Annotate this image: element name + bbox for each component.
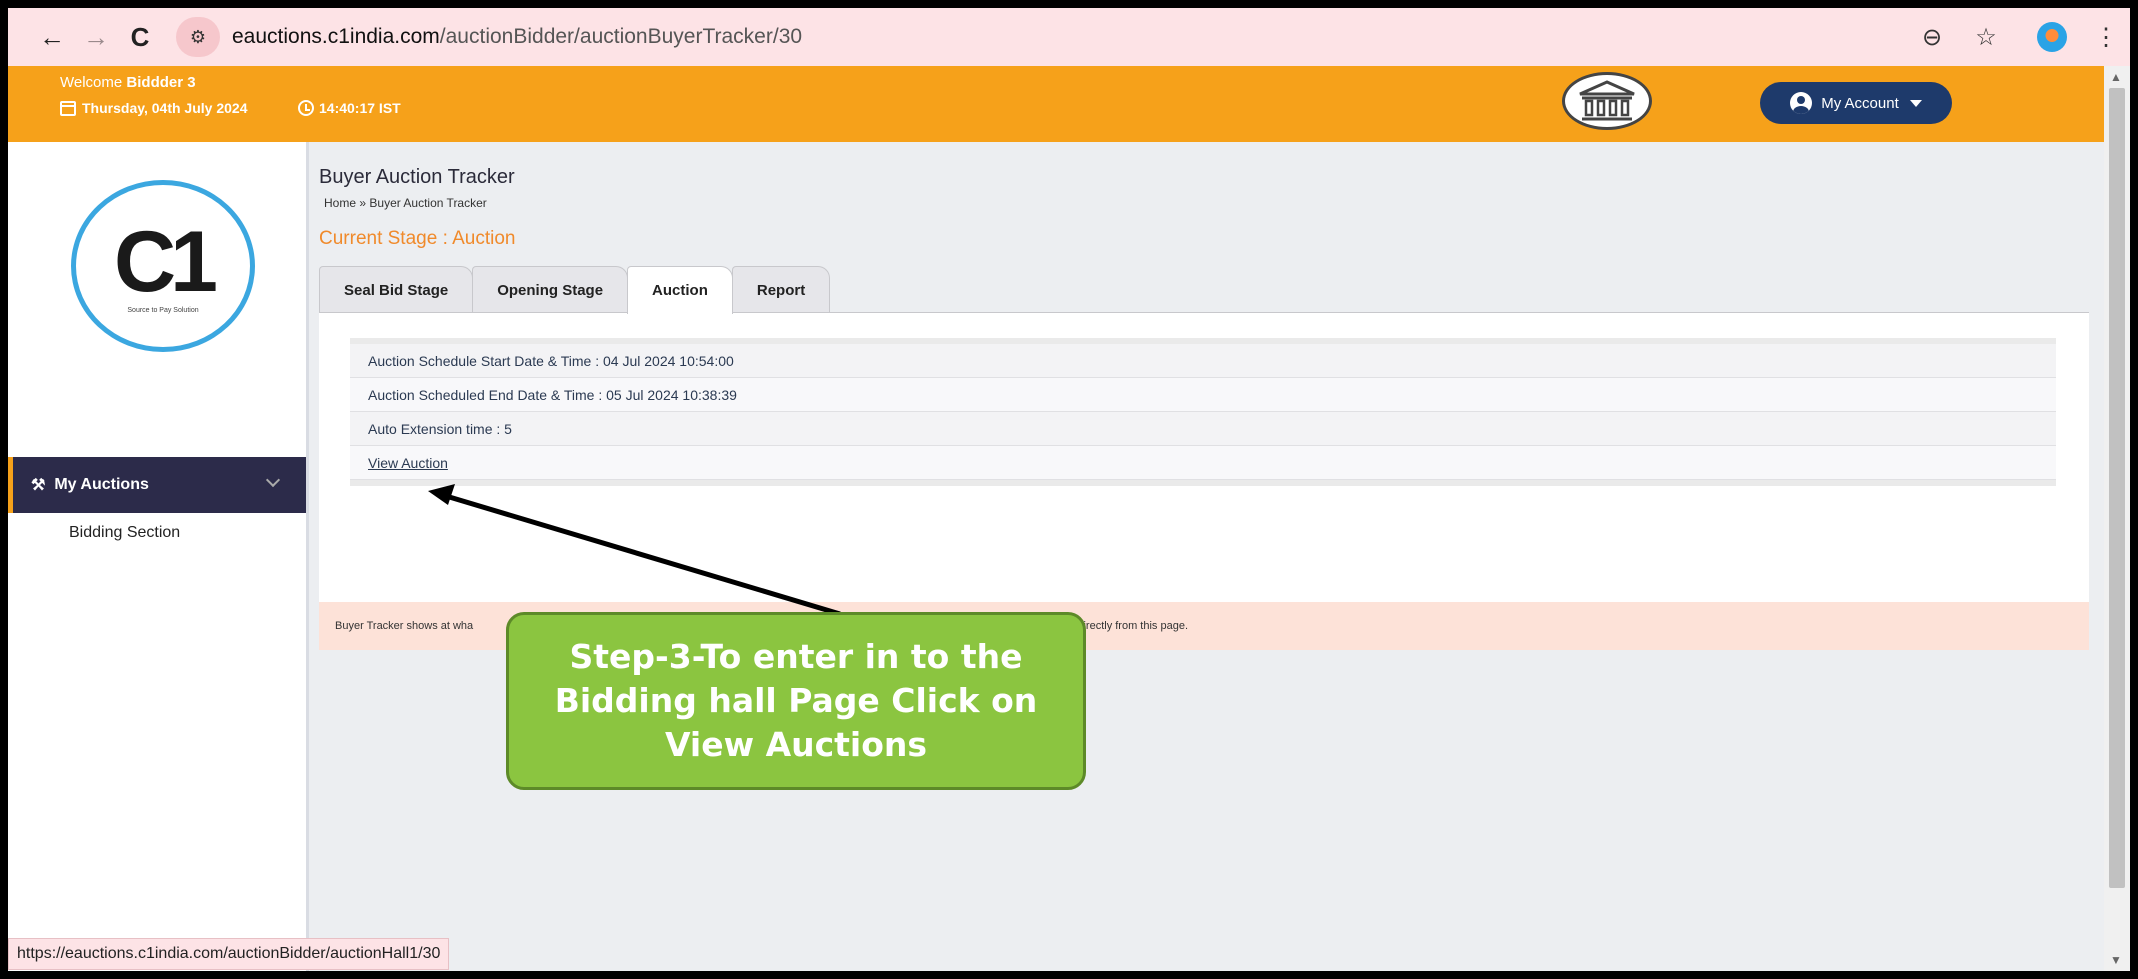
auction-start-row: Auction Schedule Start Date & Time : 04 … xyxy=(350,344,2056,378)
annotation-callout: Step-3-To enter in to the Bidding hall P… xyxy=(506,612,1086,790)
breadcrumb: Home » Buyer Auction Tracker xyxy=(324,196,487,210)
user-icon xyxy=(1790,92,1813,114)
welcome-text: Welcome Biddder 3 xyxy=(60,74,196,91)
scroll-down-icon[interactable]: ▼ xyxy=(2110,953,2122,967)
sidebar: C1 Source to Pay Solution ⚒ My Auctions … xyxy=(8,142,309,971)
url-path: /auctionBidder/auctionBuyerTracker/30 xyxy=(439,25,803,48)
top-header: Welcome Biddder 3 Thursday, 04th July 20… xyxy=(8,66,2104,142)
reload-icon[interactable]: C xyxy=(118,15,162,59)
bookmark-star-icon[interactable]: ☆ xyxy=(1966,17,2006,57)
auction-end-row: Auction Scheduled End Date & Time : 05 J… xyxy=(350,378,2056,412)
welcome-prefix: Welcome xyxy=(60,74,123,91)
view-auction-link[interactable]: View Auction xyxy=(368,455,448,471)
clock-icon xyxy=(298,100,314,116)
profile-avatar[interactable] xyxy=(2032,17,2072,57)
date-text: Thursday, 04th July 2024 xyxy=(82,100,248,116)
address-bar[interactable]: ⚙ eauctions.c1india.com/auctionBidder/au… xyxy=(176,15,802,59)
institution-logo xyxy=(1562,72,1652,130)
gavel-icon: ⚒ xyxy=(31,477,46,494)
web-page: Welcome Biddder 3 Thursday, 04th July 20… xyxy=(8,66,2104,971)
sidebar-item-my-auctions[interactable]: ⚒ My Auctions xyxy=(8,457,306,513)
note-text-left: Buyer Tracker shows at wha xyxy=(335,620,474,632)
sidebar-item-label: My Auctions xyxy=(54,476,149,493)
my-account-button[interactable]: My Account xyxy=(1760,82,1952,124)
auto-extension-row: Auto Extension time : 5 xyxy=(350,412,2056,446)
brand-mark: C1 xyxy=(114,213,218,310)
brand-tagline: Source to Pay Solution xyxy=(127,306,199,314)
status-bar-url: https://eauctions.c1india.com/auctionBid… xyxy=(8,938,450,970)
browser-toolbar: ← → C ⚙ eauctions.c1india.com/auctionBid… xyxy=(8,8,2130,66)
tab-opening-stage[interactable]: Opening Stage xyxy=(472,266,629,313)
my-account-label: My Account xyxy=(1821,94,1899,112)
building-icon xyxy=(1579,80,1635,121)
breadcrumb-home[interactable]: Home xyxy=(324,196,356,210)
tab-seal-bid-stage[interactable]: Seal Bid Stage xyxy=(319,266,474,313)
url-domain: eauctions.c1india.com xyxy=(232,25,440,48)
calendar-icon xyxy=(60,100,76,116)
brand-logo: C1 Source to Pay Solution xyxy=(71,180,255,352)
time-text: 14:40:17 IST xyxy=(319,100,401,116)
current-date: Thursday, 04th July 2024 xyxy=(60,100,247,116)
chevron-down-icon xyxy=(265,472,281,488)
sidebar-item-bidding-section[interactable]: Bidding Section xyxy=(69,524,180,542)
user-name: Biddder 3 xyxy=(126,74,196,91)
breadcrumb-current: Buyer Auction Tracker xyxy=(369,196,487,210)
back-icon[interactable]: ← xyxy=(30,15,74,59)
site-info-icon[interactable]: ⚙ xyxy=(176,17,220,57)
forward-icon[interactable]: → xyxy=(74,15,118,59)
profile-icon xyxy=(2037,22,2067,52)
tab-auction[interactable]: Auction xyxy=(627,266,733,314)
breadcrumb-separator: » xyxy=(359,196,367,210)
current-time: 14:40:17 IST xyxy=(298,100,401,116)
page-title: Buyer Auction Tracker xyxy=(319,166,515,188)
stage-tabs: Seal Bid Stage Opening Stage Auction Rep… xyxy=(319,266,831,314)
auction-info-table: Auction Schedule Start Date & Time : 04 … xyxy=(350,338,2056,486)
scrollbar-thumb[interactable] xyxy=(2109,88,2125,888)
caret-down-icon xyxy=(1909,99,1922,107)
vertical-scrollbar[interactable]: ▲ ▼ xyxy=(2104,66,2130,971)
browser-menu-icon[interactable]: ⋮ xyxy=(2086,17,2126,57)
tab-report[interactable]: Report xyxy=(731,266,831,313)
view-auction-row: View Auction xyxy=(350,446,2056,480)
zoom-icon[interactable]: ⊖ xyxy=(1912,17,1952,57)
scroll-up-icon[interactable]: ▲ xyxy=(2110,70,2122,84)
note-text-right: e directly from this page. xyxy=(1068,620,1189,632)
current-stage-label: Current Stage : Auction xyxy=(319,228,516,249)
